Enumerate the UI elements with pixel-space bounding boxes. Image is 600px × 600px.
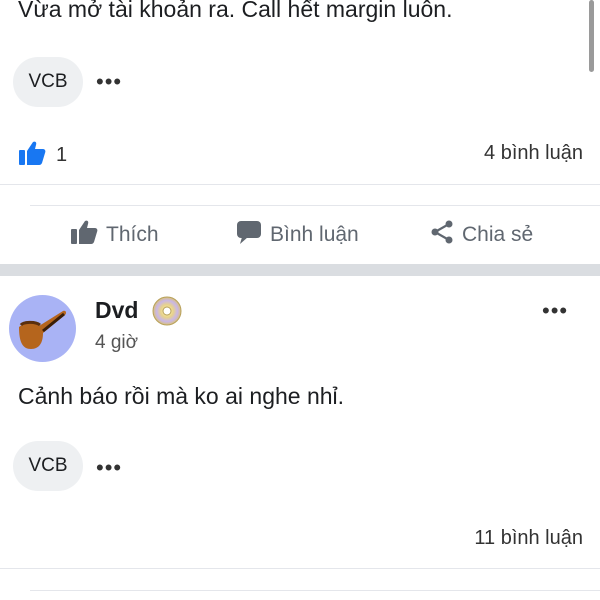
post-1-more-icon[interactable]: ••• (96, 71, 122, 93)
like-count: 1 (56, 144, 68, 166)
post-1-text: Vừa mở tài khoản ra. Call hết margin luô… (18, 0, 453, 22)
avatar[interactable] (9, 295, 76, 362)
feed-separator (0, 264, 600, 276)
pipe-icon (9, 310, 76, 362)
divider (30, 590, 600, 591)
post-2-more-icon[interactable]: ••• (542, 300, 568, 322)
post-2-comment-count[interactable]: 11 bình luận (474, 527, 583, 550)
post-1-comment-count[interactable]: 4 bình luận (484, 142, 583, 165)
post-2-more-icon-secondary[interactable]: ••• (96, 457, 122, 479)
cd-badge-icon (151, 295, 183, 332)
like-thumb-icon (18, 140, 46, 171)
comment-button[interactable]: Bình luận (236, 219, 359, 251)
divider (30, 205, 600, 206)
like-button-label: Thích (106, 223, 159, 246)
post-2-tag-vcb[interactable]: VCB (13, 441, 83, 491)
post-1-like-summary[interactable]: 1 (18, 140, 67, 171)
share-icon (430, 219, 454, 251)
post-1-tag-vcb[interactable]: VCB (13, 57, 83, 107)
scrollbar[interactable] (589, 0, 594, 72)
comment-bubble-icon (236, 219, 262, 251)
post-2-text: Cảnh báo rồi mà ko ai nghe nhỉ. (18, 383, 345, 409)
post-2-timestamp: 4 giờ (95, 332, 139, 353)
divider (0, 568, 600, 569)
share-button[interactable]: Chia sẻ (430, 219, 533, 251)
thumbs-up-icon (70, 219, 98, 251)
share-button-label: Chia sẻ (462, 223, 534, 246)
divider (0, 184, 600, 185)
comment-button-label: Bình luận (270, 223, 359, 246)
post-2-author[interactable]: Dvd (95, 297, 138, 324)
like-button[interactable]: Thích (70, 219, 159, 251)
